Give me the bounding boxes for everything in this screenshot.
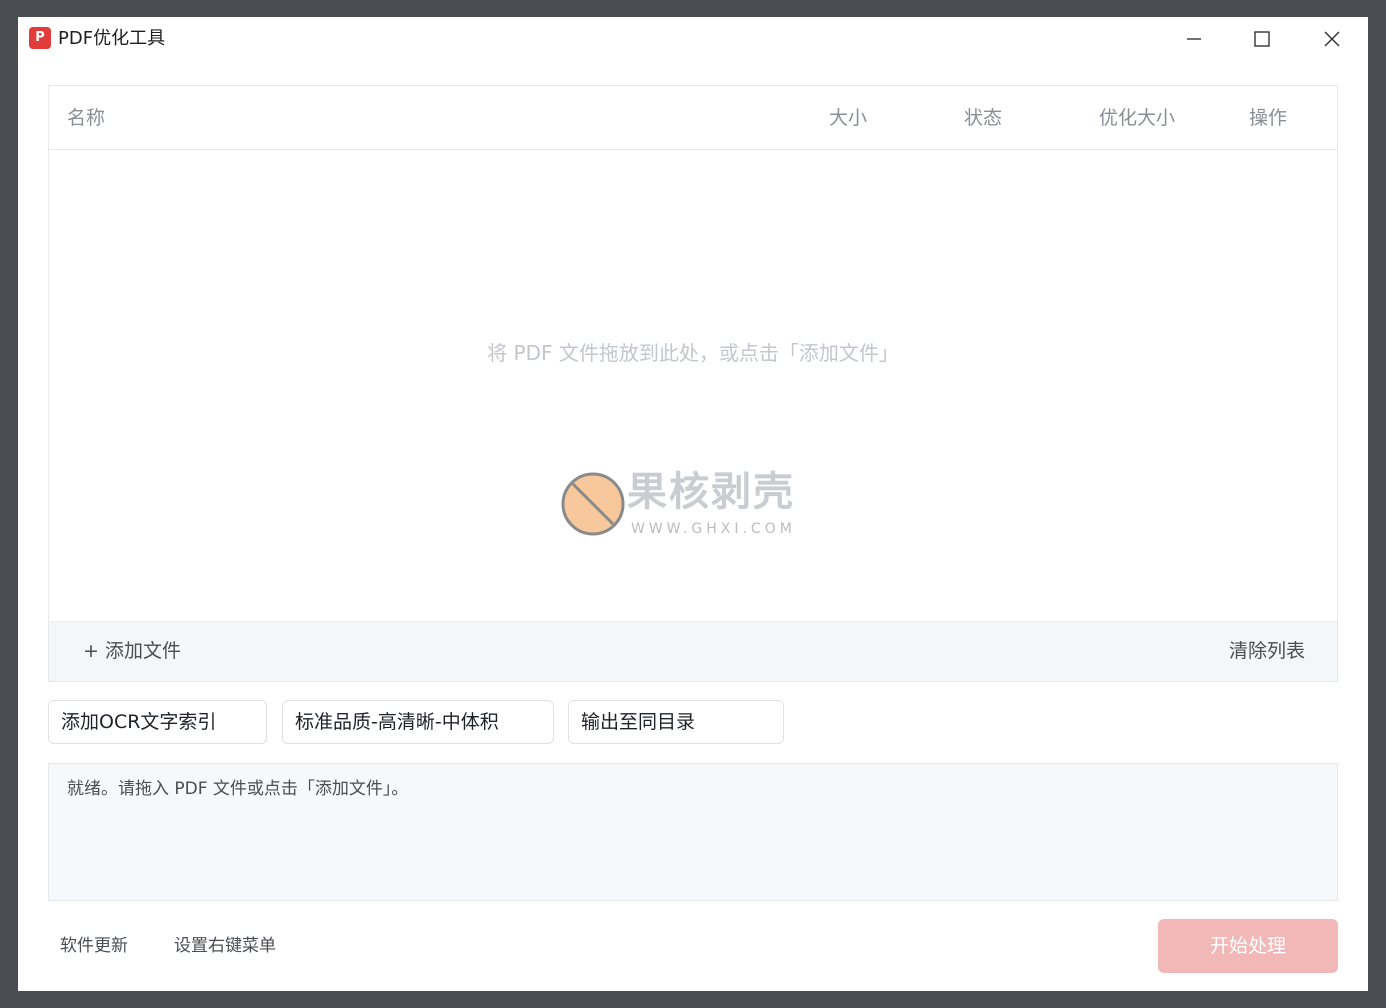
- clear-list-button[interactable]: 清除列表: [1229, 639, 1305, 663]
- table-footer: + 添加文件 清除列表: [49, 621, 1337, 681]
- maximize-button[interactable]: [1239, 23, 1285, 55]
- close-button[interactable]: [1309, 23, 1355, 55]
- app-window: P PDF优化工具 名称 大小 状态 优化大小 操作 将 PDF 文件拖放到此处…: [18, 17, 1368, 991]
- pdf-app-icon: P: [29, 27, 51, 49]
- window-title: PDF优化工具: [58, 28, 166, 49]
- watermark-text: 果核剥壳: [627, 469, 795, 515]
- minimize-icon: [1187, 38, 1201, 40]
- minimize-button[interactable]: [1171, 23, 1217, 55]
- file-table[interactable]: 名称 大小 状态 优化大小 操作 将 PDF 文件拖放到此处，或点击「添加文件」…: [48, 85, 1338, 682]
- title-bar[interactable]: P PDF优化工具: [18, 17, 1368, 61]
- column-header-action: 操作: [1249, 107, 1288, 129]
- column-header-optimized-size: 优化大小: [1099, 107, 1176, 129]
- close-icon: [1324, 31, 1340, 47]
- table-header: 名称 大小 状态 优化大小 操作: [49, 86, 1337, 150]
- log-panel[interactable]: 就绪。请拖入 PDF 文件或点击「添加文件」。: [48, 763, 1338, 901]
- add-file-button[interactable]: + 添加文件: [83, 639, 181, 663]
- log-message: 就绪。请拖入 PDF 文件或点击「添加文件」。: [67, 779, 409, 799]
- column-header-name: 名称: [67, 107, 106, 129]
- watermark: 果核剥壳 WWW.GHXI.COM: [561, 469, 831, 542]
- drop-zone-hint: 将 PDF 文件拖放到此处，或点击「添加文件」: [487, 341, 899, 365]
- context-menu-settings-link[interactable]: 设置右键菜单: [174, 935, 276, 957]
- quality-option-select[interactable]: 标准品质-高清晰-中体积: [282, 700, 554, 744]
- software-update-link[interactable]: 软件更新: [60, 935, 128, 957]
- output-location-select[interactable]: 输出至同目录: [568, 700, 784, 744]
- column-header-size: 大小: [829, 107, 868, 129]
- start-processing-button[interactable]: 开始处理: [1158, 919, 1338, 973]
- watermark-logo-icon: [561, 472, 625, 536]
- maximize-icon: [1254, 31, 1270, 47]
- column-header-status: 状态: [964, 107, 1003, 129]
- ocr-option-select[interactable]: 添加OCR文字索引: [48, 700, 267, 744]
- watermark-url: WWW.GHXI.COM: [631, 521, 796, 537]
